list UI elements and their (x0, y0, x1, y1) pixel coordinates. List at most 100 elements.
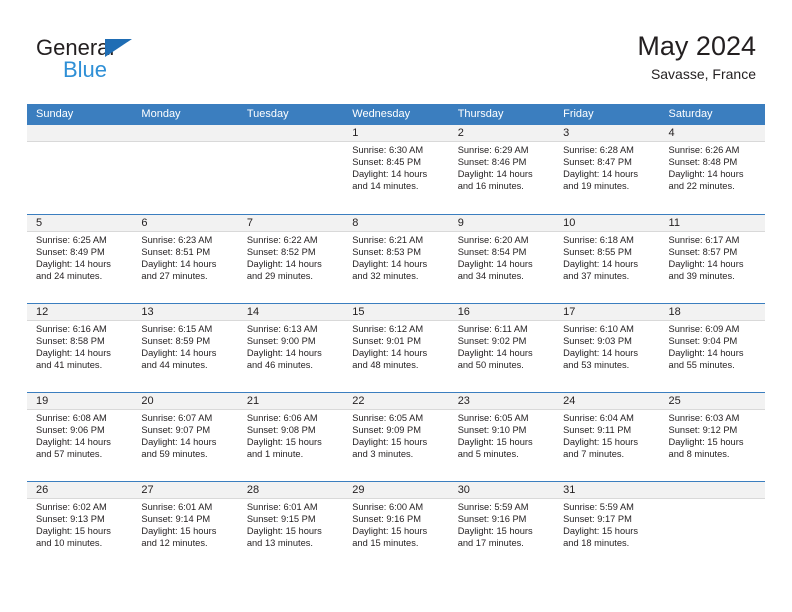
sunset-text: Sunset: 9:01 PM (352, 336, 421, 347)
sunset-text: Sunset: 8:52 PM (246, 247, 316, 258)
calendar-day-cell[interactable]: 31 Sunrise: 5:59 AM Sunset: 9:17 PM Dayligh… (554, 482, 660, 570)
daylight-text-line2: and 57 minutes. (36, 449, 103, 460)
sunset-text: Sunset: 9:09 PM (352, 425, 421, 436)
calendar-day-cell[interactable]: 21 Sunrise: 6:06 AM Sunset: 9:08 PM Dayligh… (237, 393, 344, 481)
calendar-weeks: 1 Sunrise: 6:30 AM Sunset: 8:45 PM Daylight… (27, 125, 765, 570)
sunset-text: Sunset: 8:51 PM (141, 247, 211, 258)
calendar-day-cell[interactable]: 6 Sunrise: 6:23 AM Sunset: 8:51 PM Daylight… (132, 215, 238, 303)
sun-info: Sunrise: 6:22 AM Sunset: 8:52 PM Daylight:… (238, 232, 343, 282)
calendar-day-cell[interactable]: 1 Sunrise: 6:30 AM Sunset: 8:45 PM Daylight… (343, 125, 449, 214)
calendar-day-cell[interactable]: 12 Sunrise: 6:16 AM Sunset: 8:58 PM Dayligh… (27, 304, 133, 392)
calendar-day-cell[interactable]: 13 Sunrise: 6:15 AM Sunset: 8:59 PM Dayligh… (132, 304, 238, 392)
daylight-text-line2: and 5 minutes. (457, 449, 519, 460)
daylight-text-line2: and 8 minutes. (668, 449, 730, 460)
calendar-day-cell[interactable]: 19 Sunrise: 6:08 AM Sunset: 9:06 PM Dayligh… (27, 393, 133, 481)
calendar-day-cell[interactable]: 10 Sunrise: 6:18 AM Sunset: 8:55 PM Dayligh… (554, 215, 660, 303)
day-number: 22 (352, 395, 365, 407)
calendar-day-cell[interactable]: 8 Sunrise: 6:21 AM Sunset: 8:53 PM Daylight… (343, 215, 449, 303)
daylight-text-line2: and 55 minutes. (668, 360, 735, 371)
daylight-text-line1: Daylight: 14 hours (457, 259, 533, 270)
calendar-week-row: 1 Sunrise: 6:30 AM Sunset: 8:45 PM Daylight… (27, 125, 765, 214)
generalblue-logo[interactable]: General Blue (36, 36, 266, 92)
calendar-day-cell[interactable]: 29 Sunrise: 6:00 AM Sunset: 9:16 PM Dayligh… (343, 482, 449, 570)
daylight-text-line1: Daylight: 15 hours (36, 526, 111, 537)
sunrise-text: Sunrise: 6:20 AM (457, 235, 529, 245)
page-title: May 2024 (637, 31, 756, 61)
daylight-text-line2: and 29 minutes. (246, 271, 313, 282)
sunset-text: Sunset: 8:54 PM (457, 247, 527, 258)
sun-info: Sunrise: 6:02 AM Sunset: 9:13 PM Daylight:… (27, 499, 132, 549)
calendar-day-cell[interactable]: 5 Sunrise: 6:25 AM Sunset: 8:49 PM Daylight… (27, 215, 133, 303)
calendar-day-cell[interactable]: 28 Sunrise: 6:01 AM Sunset: 9:15 PM Dayligh… (237, 482, 344, 570)
sun-info: Sunrise: 5:59 AM Sunset: 9:16 PM Daylight:… (449, 499, 554, 549)
calendar-day-cell[interactable]: 15 Sunrise: 6:12 AM Sunset: 9:01 PM Dayligh… (343, 304, 449, 392)
sunrise-text: Sunrise: 6:01 AM (246, 502, 318, 512)
calendar-day-cell[interactable]: 20 Sunrise: 6:07 AM Sunset: 9:07 PM Dayligh… (132, 393, 238, 481)
daylight-text-line2: and 48 minutes. (352, 360, 419, 371)
daylight-text-line1: Daylight: 15 hours (563, 437, 639, 448)
calendar-day-cell[interactable]: 4 Sunrise: 6:26 AM Sunset: 8:48 PM Daylight… (659, 125, 765, 214)
calendar-day-cell[interactable]: 25 Sunrise: 6:03 AM Sunset: 9:12 PM Dayligh… (659, 393, 765, 481)
daylight-text-line1: Daylight: 15 hours (668, 437, 744, 448)
calendar-day-cell[interactable]: 14 Sunrise: 6:13 AM Sunset: 9:00 PM Dayligh… (237, 304, 344, 392)
calendar-day-cell[interactable]: 7 Sunrise: 6:22 AM Sunset: 8:52 PM Daylight… (237, 215, 344, 303)
sunrise-text: Sunrise: 6:02 AM (36, 502, 107, 512)
daylight-text-line1: Daylight: 14 hours (457, 169, 533, 180)
daylight-text-line2: and 44 minutes. (141, 360, 208, 371)
daylight-text-line2: and 10 minutes. (36, 538, 103, 549)
daylight-text-line1: Daylight: 14 hours (36, 437, 111, 448)
day-number: 30 (457, 484, 470, 496)
sunrise-text: Sunrise: 6:15 AM (141, 324, 213, 334)
sun-info: Sunrise: 6:13 AM Sunset: 9:00 PM Daylight:… (238, 321, 343, 371)
calendar-day-cell[interactable]: 18 Sunrise: 6:09 AM Sunset: 9:04 PM Dayligh… (659, 304, 765, 392)
sun-info: Sunrise: 6:00 AM Sunset: 9:16 PM Daylight:… (343, 499, 448, 549)
day-number-strip: 29 (343, 482, 449, 499)
daylight-text-line1: Daylight: 15 hours (141, 526, 217, 537)
sunset-text: Sunset: 8:49 PM (36, 247, 105, 258)
day-number: 7 (246, 217, 253, 229)
day-number: 9 (457, 217, 464, 229)
day-number-strip: 19 (27, 393, 133, 410)
daylight-text-line2: and 18 minutes. (563, 538, 630, 549)
calendar-day-cell[interactable]: 2 Sunrise: 6:29 AM Sunset: 8:46 PM Daylight… (448, 125, 555, 214)
daylight-text-line2: and 27 minutes. (141, 271, 208, 282)
day-number: 4 (668, 127, 675, 139)
sunrise-text: Sunrise: 6:17 AM (668, 235, 740, 245)
daylight-text-line2: and 53 minutes. (563, 360, 630, 371)
sunrise-text: Sunrise: 5:59 AM (457, 502, 529, 512)
calendar-day-cell[interactable]: 11 Sunrise: 6:17 AM Sunset: 8:57 PM Dayligh… (659, 215, 765, 303)
day-number: 14 (246, 306, 260, 318)
weekday-header-monday: Monday (141, 108, 181, 120)
day-number-strip: 6 (132, 215, 238, 232)
calendar-week-row: 26 Sunrise: 6:02 AM Sunset: 9:13 PM Dayligh… (27, 481, 765, 570)
calendar-day-cell-empty (132, 125, 238, 214)
day-number: 25 (668, 395, 681, 407)
calendar-day-cell[interactable]: 3 Sunrise: 6:28 AM Sunset: 8:47 PM Daylight… (554, 125, 660, 214)
calendar-day-cell[interactable]: 16 Sunrise: 6:11 AM Sunset: 9:02 PM Dayligh… (448, 304, 555, 392)
title-block: May 2024 Savasse, France (637, 30, 756, 83)
sun-info: Sunrise: 6:28 AM Sunset: 8:47 PM Daylight:… (554, 142, 659, 192)
sunset-text: Sunset: 9:11 PM (563, 425, 632, 436)
sunrise-text: Sunrise: 6:00 AM (352, 502, 424, 512)
calendar-day-cell[interactable]: 9 Sunrise: 6:20 AM Sunset: 8:54 PM Daylight… (448, 215, 555, 303)
calendar-day-cell[interactable]: 22 Sunrise: 6:05 AM Sunset: 9:09 PM Dayligh… (343, 393, 449, 481)
calendar-day-cell[interactable]: 23 Sunrise: 6:05 AM Sunset: 9:10 PM Dayligh… (448, 393, 555, 481)
day-number: 18 (668, 306, 681, 318)
daylight-text-line1: Daylight: 14 hours (563, 348, 639, 359)
logo-text-blue: Blue (63, 57, 108, 82)
calendar-day-cell[interactable]: 27 Sunrise: 6:01 AM Sunset: 9:14 PM Dayligh… (132, 482, 238, 570)
calendar-day-cell[interactable]: 26 Sunrise: 6:02 AM Sunset: 9:13 PM Dayligh… (27, 482, 133, 570)
sunrise-text: Sunrise: 6:06 AM (246, 413, 318, 423)
calendar-day-cell[interactable]: 24 Sunrise: 6:04 AM Sunset: 9:11 PM Dayligh… (554, 393, 660, 481)
sun-info: Sunrise: 6:30 AM Sunset: 8:45 PM Daylight:… (343, 142, 448, 192)
calendar-day-cell[interactable]: 17 Sunrise: 6:10 AM Sunset: 9:03 PM Dayligh… (554, 304, 660, 392)
day-number: 1 (352, 127, 359, 139)
day-number-strip: 9 (448, 215, 555, 232)
day-number: 24 (563, 395, 576, 407)
calendar-day-cell[interactable]: 30 Sunrise: 5:59 AM Sunset: 9:16 PM Dayligh… (448, 482, 555, 570)
daylight-text-line2: and 7 minutes. (563, 449, 625, 460)
day-number-strip: 24 (554, 393, 660, 410)
weekday-header-wednesday: Wednesday (352, 108, 411, 120)
day-number-strip: 21 (237, 393, 344, 410)
daylight-text-line1: Daylight: 14 hours (457, 348, 533, 359)
